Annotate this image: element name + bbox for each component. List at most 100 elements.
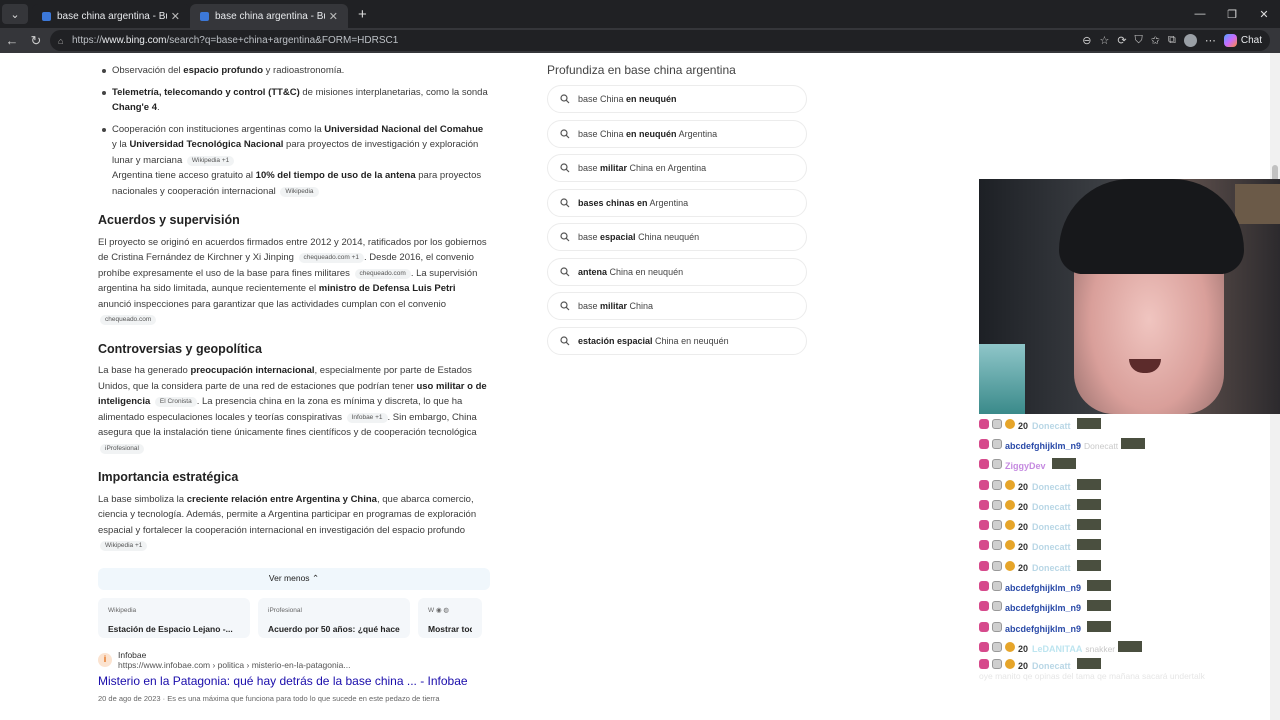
zoom-icon[interactable]: ⊖	[1082, 34, 1091, 47]
citation-chip[interactable]: chequeado.com	[100, 315, 157, 325]
related-search-chip[interactable]: bases chinas en Argentina	[547, 188, 807, 217]
subscriber-badge-icon	[979, 601, 989, 612]
chat-username[interactable]: Donecatt	[1032, 542, 1071, 552]
points-coin-icon	[1005, 641, 1015, 652]
related-search-chip[interactable]: base militar China en Argentina	[547, 154, 807, 182]
more-menu-icon[interactable]: ⋯	[1205, 34, 1216, 47]
chat-username[interactable]: abcdefghijklm_n9	[1005, 583, 1081, 593]
refresh-icon[interactable]: ↻	[24, 30, 48, 52]
webcam-overlay	[979, 179, 1280, 414]
close-tab-icon[interactable]: ✕	[329, 10, 338, 23]
chat-username[interactable]: Donecatt	[1032, 563, 1071, 573]
extensions-icon[interactable]: ⟳	[1117, 34, 1126, 47]
tab-title: base china argentina - Búsqueda	[57, 10, 167, 22]
related-search-chip[interactable]: base China en neuquén	[547, 85, 807, 113]
chat-username[interactable]: Donecatt	[1032, 661, 1071, 671]
chat-emote-icon	[1051, 458, 1076, 470]
result-title-link[interactable]: Misterio en la Patagonia: qué hay detrás…	[98, 674, 490, 690]
subscriber-badge-icon	[979, 520, 989, 531]
bing-favicon-icon	[42, 11, 51, 21]
address-bar-icons: ⊖ ☆ ⟳ ⛉ ✩ ⧉ ⋯ Chat	[1082, 30, 1262, 51]
ver-menos-button[interactable]: Ver menos ⌃	[98, 567, 490, 590]
citation-chip[interactable]: El Cronista	[154, 397, 197, 407]
tab-search-button[interactable]: ⌄	[2, 4, 28, 24]
mod-badge-icon	[992, 479, 1002, 490]
chat-emote-icon	[1118, 640, 1143, 652]
favorite-star-icon[interactable]: ☆	[1099, 34, 1109, 47]
back-icon[interactable]: ←	[0, 30, 24, 52]
subscriber-badge-icon	[979, 560, 989, 571]
related-search-chip[interactable]: estación espacial China en neuquén	[547, 326, 807, 355]
chat-username[interactable]: abcdefghijklm_n9	[1005, 624, 1081, 634]
chat-emote-icon	[1087, 620, 1112, 632]
citation-chip[interactable]: Wikipedia	[280, 186, 319, 197]
show-all-label: Mostrar todo	[428, 624, 472, 634]
minimize-icon[interactable]: —	[1184, 0, 1216, 28]
show-all-card[interactable]: W ◉ ◍ Mostrar todo	[418, 597, 482, 638]
chat-username[interactable]: Donecatt	[1032, 502, 1071, 512]
points-amount: 20	[1018, 481, 1029, 492]
points-coin-icon	[1005, 479, 1015, 490]
citation-chip[interactable]: chequeado.com +1	[298, 253, 365, 263]
chat-username[interactable]: abcdefghijklm_n9	[1005, 603, 1081, 613]
copilot-chat-button[interactable]: Chat	[1223, 34, 1262, 47]
search-icon	[560, 232, 570, 242]
chat-emote-icon	[1076, 498, 1101, 510]
chevron-up-icon: ⌃	[311, 572, 320, 583]
related-search-label: base espacial China neuquén	[578, 232, 700, 242]
points-coin-icon	[1005, 658, 1015, 669]
chat-username[interactable]: Donecatt	[1032, 522, 1071, 532]
chat-message: 20 LeDANITAA snakker	[979, 637, 1280, 657]
section-heading: Acuerdos y supervisión	[98, 213, 240, 227]
chat-username[interactable]: abcdefghijklm_n9	[1005, 441, 1081, 451]
related-search-chip[interactable]: base espacial China neuquén	[547, 223, 807, 251]
chat-username[interactable]: Donecatt	[1032, 421, 1071, 431]
window-controls: — ❐ ✕	[1184, 0, 1280, 28]
source-card[interactable]: iProfesional Acuerdo por 50 años: ¿qué h…	[258, 597, 410, 638]
related-search-chip[interactable]: base militar China	[547, 292, 807, 320]
mod-badge-icon	[992, 418, 1002, 429]
citation-chip[interactable]: chequeado.com	[354, 268, 411, 279]
chat-username[interactable]: Donecatt	[1032, 482, 1071, 492]
related-search-chip[interactable]: base China en neuquén Argentina	[547, 119, 807, 148]
related-search-chip[interactable]: antena China en neuquén	[547, 257, 807, 286]
search-icon	[560, 266, 570, 276]
chat-emote-icon	[1087, 580, 1112, 592]
chat-emote-icon	[1076, 417, 1101, 429]
mod-badge-icon	[992, 560, 1002, 571]
collections-icon[interactable]: ⧉	[1168, 34, 1176, 47]
chat-message: abcdefghijklm_n9	[979, 617, 1280, 637]
points-coin-icon	[1005, 560, 1015, 571]
site-info-icon[interactable]: ⌂	[58, 36, 70, 46]
new-tab-icon[interactable]: +	[358, 6, 367, 23]
subscriber-badge-icon	[979, 658, 989, 669]
profile-avatar[interactable]	[1183, 34, 1197, 47]
search-icon	[560, 335, 570, 345]
result-url: https://www.infobae.com › politica › mis…	[118, 659, 351, 670]
bullet-item: Observación del espacio profundo y radio…	[98, 63, 490, 79]
chat-message: abcdefghijklm_n9	[979, 597, 1280, 617]
close-tab-icon[interactable]: ✕	[171, 10, 180, 23]
chat-message: abcdefghijklm_n9	[979, 576, 1280, 596]
tab-2[interactable]: base china argentina - Búsqueda ✕	[190, 4, 348, 28]
citation-chip[interactable]: Wikipedia +1	[100, 541, 148, 551]
citation-chip[interactable]: iProfesional	[100, 443, 144, 454]
maximize-icon[interactable]: ❐	[1216, 0, 1248, 28]
citation-chip[interactable]: Wikipedia +1	[186, 155, 235, 166]
chat-message: 20 Donecatt	[979, 414, 1280, 434]
chat-message: 20 Donecatt	[979, 495, 1280, 515]
close-window-icon[interactable]: ✕	[1248, 0, 1280, 28]
chat-username[interactable]: LeDANITAA	[1032, 644, 1082, 654]
section-paragraph: La base simboliza la creciente relación …	[98, 493, 477, 551]
browser-essentials-icon[interactable]: ⛉	[1135, 34, 1143, 47]
address-bar[interactable]: ⌂ https://www.bing.com/search?q=base+chi…	[50, 30, 1270, 51]
citation-chip[interactable]: Infobae +1	[346, 412, 388, 423]
tab-1[interactable]: base china argentina - Búsqueda ✕	[32, 4, 190, 28]
chat-username[interactable]: ZiggyDev	[1005, 461, 1046, 471]
source-card[interactable]: Wikipedia Estación de Espacio Lejano -..…	[98, 597, 250, 638]
browser-toolbar: ← ↻ ⌂ https://www.bing.com/search?q=base…	[0, 28, 1280, 53]
mod-badge-icon	[992, 601, 1002, 612]
favorites-icon[interactable]: ✩	[1151, 34, 1160, 47]
points-amount: 20	[1018, 562, 1029, 573]
result-site[interactable]: i Infobae https://www.infobae.com › poli…	[98, 650, 490, 670]
